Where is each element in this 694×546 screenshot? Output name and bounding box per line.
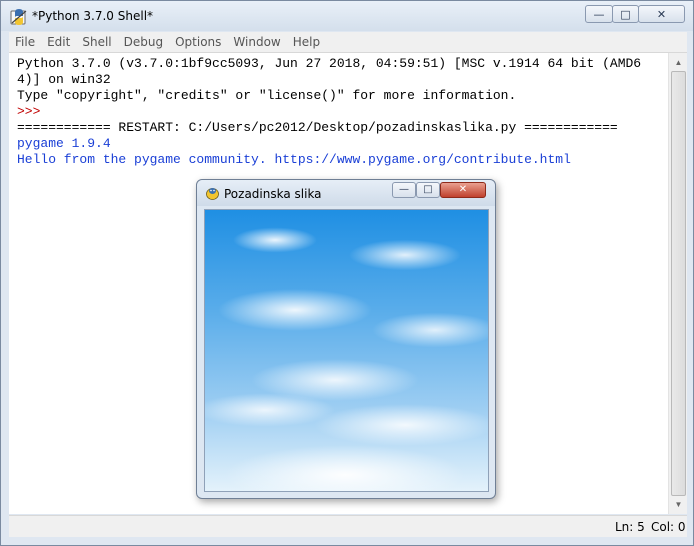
pygame-close-button[interactable]: ✕ bbox=[440, 182, 486, 198]
pygame-snake-icon bbox=[206, 188, 219, 200]
maximize-icon: □ bbox=[620, 7, 631, 21]
shell-prompt: >>> bbox=[17, 104, 41, 119]
scroll-up-icon[interactable]: ▲ bbox=[671, 55, 686, 70]
maximize-icon: □ bbox=[423, 184, 433, 195]
shell-line-info: Type "copyright", "credits" or "license(… bbox=[17, 88, 517, 103]
maximize-button[interactable]: □ bbox=[612, 5, 639, 23]
pygame-title-bar[interactable]: Pozadinska slika — □ ✕ bbox=[197, 180, 495, 206]
window-title: *Python 3.7.0 Shell* bbox=[32, 9, 154, 23]
close-icon: ✕ bbox=[458, 184, 468, 195]
python-idle-icon bbox=[10, 9, 27, 25]
minimize-icon: — bbox=[399, 184, 409, 195]
shell-line-banner-2: 4)] on win32 bbox=[17, 72, 111, 87]
minimize-icon: — bbox=[593, 7, 605, 21]
pygame-window-title: Pozadinska slika bbox=[224, 187, 322, 201]
title-bar[interactable]: *Python 3.7.0 Shell* — □ ✕ bbox=[1, 1, 693, 31]
menu-edit[interactable]: Edit bbox=[41, 32, 76, 53]
shell-line-pygame-version: pygame 1.9.4 bbox=[17, 136, 111, 151]
status-col: Col: 0 bbox=[651, 520, 686, 534]
close-icon: ✕ bbox=[656, 7, 667, 21]
scroll-thumb[interactable] bbox=[671, 71, 686, 496]
pygame-canvas-sky-image[interactable] bbox=[204, 209, 489, 492]
menu-bar: File Edit Shell Debug Options Window Hel… bbox=[9, 32, 687, 53]
pygame-window: Pozadinska slika — □ ✕ bbox=[196, 179, 496, 499]
status-bar: Ln: 5 Col: 0 bbox=[9, 515, 687, 537]
menu-help[interactable]: Help bbox=[287, 32, 326, 53]
menu-shell[interactable]: Shell bbox=[76, 32, 117, 53]
status-line: Ln: 5 bbox=[615, 520, 645, 534]
scroll-down-icon[interactable]: ▼ bbox=[671, 497, 686, 512]
menu-debug[interactable]: Debug bbox=[118, 32, 169, 53]
menu-options[interactable]: Options bbox=[169, 32, 227, 53]
pygame-maximize-button[interactable]: □ bbox=[416, 182, 440, 198]
pygame-minimize-button[interactable]: — bbox=[392, 182, 416, 198]
shell-line-banner-1: Python 3.7.0 (v3.7.0:1bf9cc5093, Jun 27 … bbox=[17, 56, 642, 71]
shell-line-restart: ============ RESTART: C:/Users/pc2012/De… bbox=[17, 120, 618, 135]
shell-line-pygame-hello: Hello from the pygame community. https:/… bbox=[17, 152, 571, 167]
minimize-button[interactable]: — bbox=[585, 5, 613, 23]
menu-window[interactable]: Window bbox=[227, 32, 286, 53]
close-button[interactable]: ✕ bbox=[638, 5, 685, 23]
vertical-scrollbar[interactable]: ▲ ▼ bbox=[668, 53, 687, 514]
menu-file[interactable]: File bbox=[9, 32, 41, 53]
